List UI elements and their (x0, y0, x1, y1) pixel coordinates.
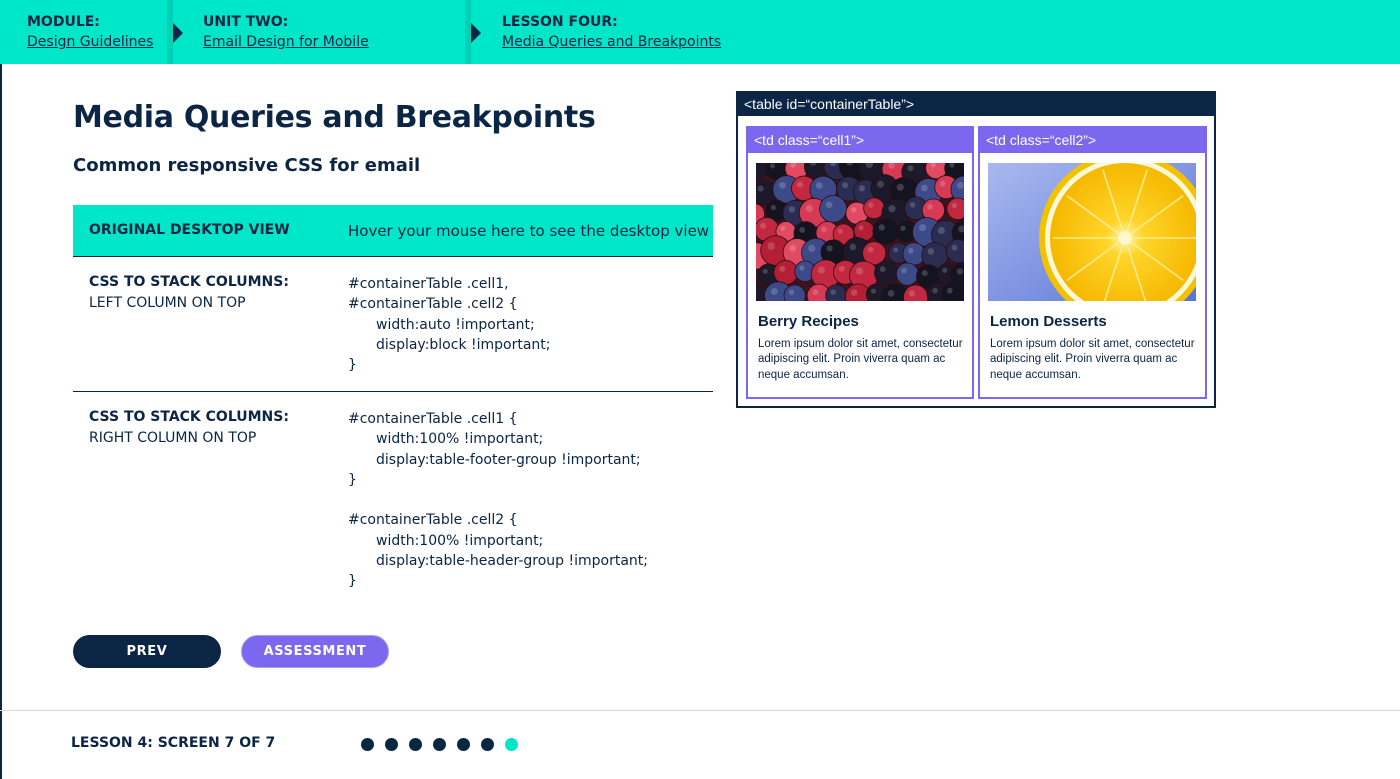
cell2-label: <td class=“cell2”> (980, 128, 1205, 153)
cell2-box: <td class=“cell2”> Lemon Desserts Lorem … (978, 126, 1207, 399)
lemon-image (988, 163, 1196, 301)
screen-dot-6[interactable] (481, 738, 494, 751)
footer-divider (0, 710, 1400, 711)
row-title: CSS TO STACK COLUMNS: (89, 409, 289, 425)
left-border (0, 64, 2, 779)
screen-dot-7[interactable] (505, 738, 518, 751)
breadcrumb-lesson-label: LESSON FOUR: (502, 14, 618, 30)
code-spacer (348, 490, 648, 510)
code-line: } (348, 357, 357, 374)
cell2-text: Lorem ipsum dolor sit amet, consectetur … (990, 338, 1195, 381)
code-line: #containerTable .cell2 { (348, 512, 518, 529)
code-block: #containerTable .cell1, #containerTable … (348, 274, 551, 375)
breadcrumb: MODULE: Design Guidelines UNIT TWO: Emai… (0, 0, 1400, 64)
code-line: display:block !important; (376, 336, 551, 353)
code-line: width:100% !important; (376, 532, 544, 549)
screen-counter: LESSON 4: SCREEN 7 OF 7 (71, 735, 276, 751)
row-subtitle: LEFT COLUMN ON TOP (89, 295, 246, 311)
cell1-box: <td class=“cell1”> Berry Recipes Lorem i… (746, 126, 974, 399)
cell1-title: Berry Recipes (758, 313, 859, 330)
code-line: width:100% !important; (376, 431, 544, 448)
code-line: } (348, 573, 357, 590)
code-block: #containerTable .cell1 { width:100% !imp… (348, 409, 648, 592)
code-line: #containerTable .cell1, (348, 276, 509, 292)
assessment-button[interactable]: ASSESSMENT (241, 635, 389, 668)
lemon-photo (988, 163, 1196, 301)
screen-dot-1[interactable] (361, 738, 374, 751)
row-title: CSS TO STACK COLUMNS: (89, 274, 289, 290)
page-subtitle: Common responsive CSS for email (73, 155, 421, 176)
code-line: #containerTable .cell1 { (348, 411, 518, 427)
screen-dot-2[interactable] (385, 738, 398, 751)
prev-button[interactable]: PREV (73, 635, 221, 668)
screen-dot-5[interactable] (457, 738, 470, 751)
breadcrumb-module-label: MODULE: (27, 14, 100, 30)
breadcrumb-unit-label: UNIT TWO: (203, 14, 289, 30)
container-table-label: <table id=“containerTable”> (738, 93, 1214, 116)
breadcrumb-lesson-link[interactable]: Media Queries and Breakpoints (502, 34, 721, 50)
code-line: #containerTable .cell2 { (348, 296, 518, 313)
screen-dot-3[interactable] (409, 738, 422, 751)
cell2-title: Lemon Desserts (990, 313, 1107, 330)
screen-dot-4[interactable] (433, 738, 446, 751)
code-line: display:table-footer-group !important; (376, 451, 641, 468)
cell1-label: <td class=“cell1”> (748, 128, 972, 153)
code-line: display:table-header-group !important; (376, 553, 649, 570)
desktop-view-row[interactable]: ORIGINAL DESKTOP VIEW Hover your mouse h… (73, 205, 713, 257)
css-table: ORIGINAL DESKTOP VIEW Hover your mouse h… (73, 205, 713, 612)
breadcrumb-unit-link[interactable]: Email Design for Mobile (203, 34, 369, 50)
berries-image (756, 163, 964, 301)
container-table-diagram: <table id=“containerTable”> <td class=“c… (736, 91, 1216, 408)
table-row: CSS TO STACK COLUMNS: LEFT COLUMN ON TOP… (73, 257, 713, 392)
desktop-view-label: ORIGINAL DESKTOP VIEW (89, 222, 290, 238)
berries-photo (756, 163, 964, 301)
breadcrumb-module-link[interactable]: Design Guidelines (27, 34, 153, 50)
breadcrumb-unit: UNIT TWO: Email Design for Mobile (175, 0, 465, 64)
code-line: width:auto !important; (376, 316, 535, 333)
breadcrumb-lesson: LESSON FOUR: Media Queries and Breakpoin… (474, 0, 874, 64)
desktop-view-hover-hint[interactable]: Hover your mouse here to see the desktop… (348, 222, 709, 240)
breadcrumb-module: MODULE: Design Guidelines (0, 0, 170, 64)
row-subtitle: RIGHT COLUMN ON TOP (89, 430, 257, 446)
cell1-text: Lorem ipsum dolor sit amet, consectetur … (758, 338, 963, 381)
table-row: CSS TO STACK COLUMNS: RIGHT COLUMN ON TO… (73, 392, 713, 612)
code-line: } (348, 471, 357, 488)
page-title: Media Queries and Breakpoints (73, 100, 596, 135)
